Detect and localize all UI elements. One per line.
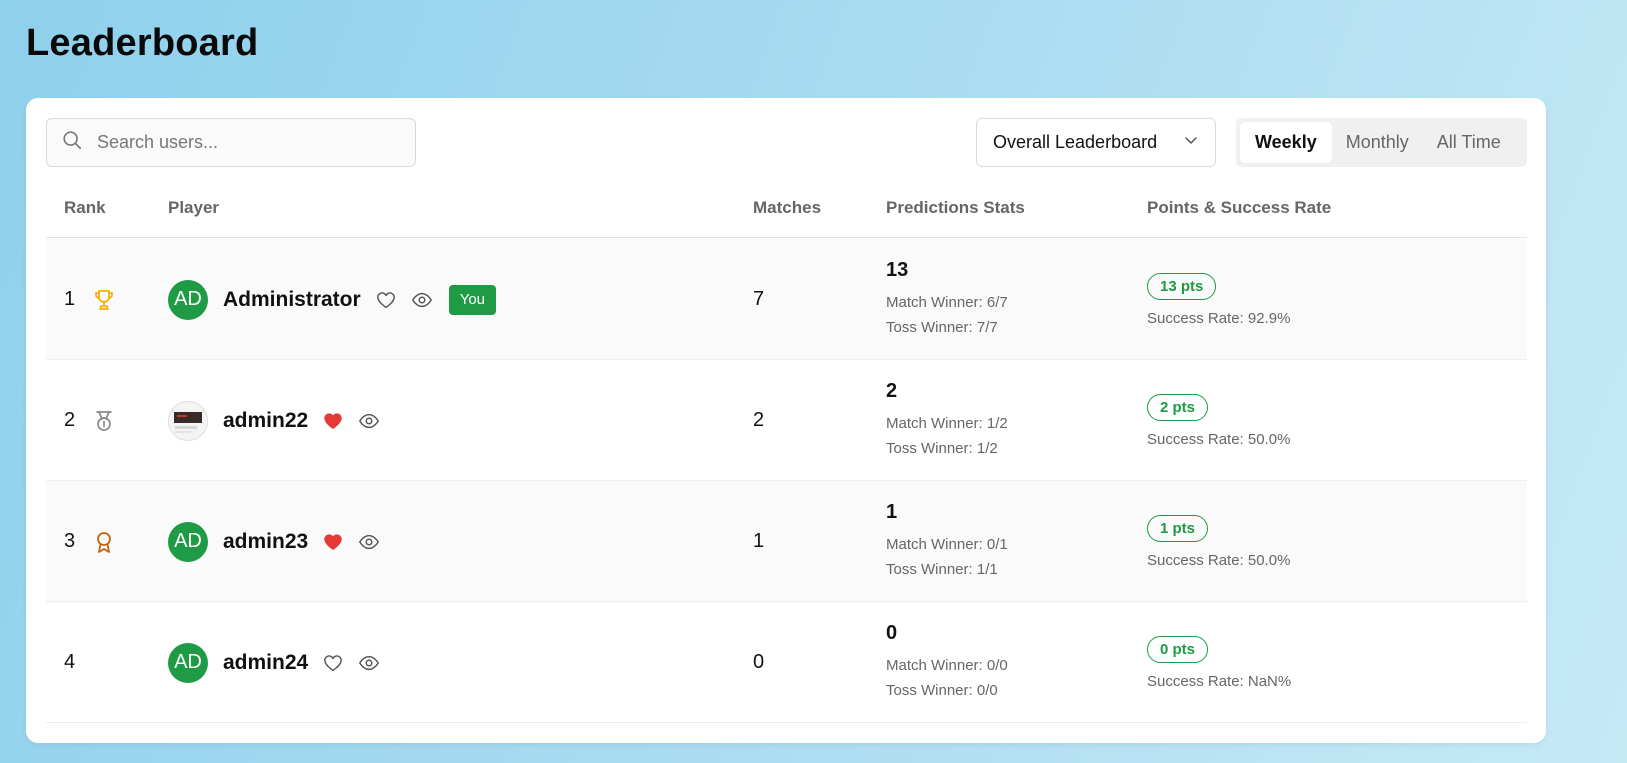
header-player[interactable]: Player xyxy=(168,178,219,238)
table-row[interactable]: 4 AD admin24 0 0 Match Winner: 0/0 Toss … xyxy=(46,602,1527,723)
table-row[interactable]: 2 admin22 2 2 Match Winner: 1/2 Toss Win… xyxy=(46,360,1527,481)
heart-filled-icon[interactable] xyxy=(322,531,344,553)
success-rate: Success Rate: NaN% xyxy=(1147,672,1292,690)
match-winner-stat: Match Winner: 6/7 xyxy=(886,294,1008,311)
match-winner-stat: Match Winner: 0/1 xyxy=(886,536,1008,553)
header-matches[interactable]: Matches xyxy=(753,178,821,238)
matches-count: 7 xyxy=(753,288,765,310)
page-title: Leaderboard xyxy=(26,22,259,64)
success-rate: Success Rate: 50.0% xyxy=(1147,551,1291,569)
player-name[interactable]: admin24 xyxy=(223,651,308,675)
success-rate: Success Rate: 92.9% xyxy=(1147,309,1291,327)
period-tabs: Weekly Monthly All Time xyxy=(1236,118,1527,167)
avatar: AD xyxy=(168,642,208,683)
player-name[interactable]: admin23 xyxy=(223,530,308,554)
table-row[interactable]: 1 AD Administrator You 7 13 Match Winner… xyxy=(46,239,1527,360)
header-predictions[interactable]: Predictions Stats xyxy=(886,178,1025,238)
predictions-total: 2 xyxy=(886,380,898,402)
avatar: AD xyxy=(168,521,208,562)
toss-winner-stat: Toss Winner: 0/0 xyxy=(886,682,998,699)
eye-icon[interactable] xyxy=(358,410,380,432)
search-input[interactable] xyxy=(97,132,397,153)
tab-all-time[interactable]: All Time xyxy=(1423,122,1515,163)
tab-monthly[interactable]: Monthly xyxy=(1332,122,1423,163)
tab-weekly[interactable]: Weekly xyxy=(1240,122,1332,163)
rank-number: 4 xyxy=(64,651,76,673)
heart-outline-icon[interactable] xyxy=(375,289,397,311)
success-rate: Success Rate: 50.0% xyxy=(1147,430,1291,448)
points-badge: 13 pts xyxy=(1147,272,1217,300)
avatar-image xyxy=(168,400,208,441)
rank-number: 3 xyxy=(64,530,76,552)
medal-icon xyxy=(92,409,116,433)
award-icon xyxy=(92,530,116,554)
eye-icon[interactable] xyxy=(358,652,380,674)
predictions-total: 0 xyxy=(886,622,898,644)
chevron-down-icon xyxy=(1183,132,1199,153)
table-header: Rank Player Matches Predictions Stats Po… xyxy=(46,178,1527,238)
toss-winner-stat: Toss Winner: 1/1 xyxy=(886,561,998,578)
points-badge: 1 pts xyxy=(1147,514,1209,542)
matches-count: 2 xyxy=(753,409,765,431)
trophy-icon xyxy=(92,288,116,312)
eye-icon[interactable] xyxy=(358,531,380,553)
avatar: AD xyxy=(168,279,208,320)
header-rank[interactable]: Rank xyxy=(64,178,106,238)
eye-icon[interactable] xyxy=(411,289,433,311)
matches-count: 1 xyxy=(753,530,765,552)
matches-count: 0 xyxy=(753,651,765,673)
points-badge: 0 pts xyxy=(1147,635,1209,663)
leaderboard-card: Overall Leaderboard Weekly Monthly All T… xyxy=(26,98,1546,743)
table-row[interactable]: 3 AD admin23 1 1 Match Winner: 0/1 Toss … xyxy=(46,481,1527,602)
toss-winner-stat: Toss Winner: 1/2 xyxy=(886,440,998,457)
predictions-total: 1 xyxy=(886,501,898,523)
player-name[interactable]: Administrator xyxy=(223,288,361,312)
match-winner-stat: Match Winner: 0/0 xyxy=(886,657,1008,674)
heart-filled-icon[interactable] xyxy=(322,410,344,432)
toss-winner-stat: Toss Winner: 7/7 xyxy=(886,319,998,336)
leaderboard-type-select[interactable]: Overall Leaderboard xyxy=(976,118,1216,167)
predictions-total: 13 xyxy=(886,259,909,281)
heart-outline-icon[interactable] xyxy=(322,652,344,674)
search-icon xyxy=(61,129,83,156)
match-winner-stat: Match Winner: 1/2 xyxy=(886,415,1008,432)
points-badge: 2 pts xyxy=(1147,393,1209,421)
leaderboard-type-value: Overall Leaderboard xyxy=(993,132,1158,152)
you-badge: You xyxy=(448,284,496,315)
player-name[interactable]: admin22 xyxy=(223,409,308,433)
header-points[interactable]: Points & Success Rate xyxy=(1147,178,1331,238)
rank-number: 2 xyxy=(64,409,76,431)
search-box[interactable] xyxy=(46,118,416,167)
rank-number: 1 xyxy=(64,288,76,310)
